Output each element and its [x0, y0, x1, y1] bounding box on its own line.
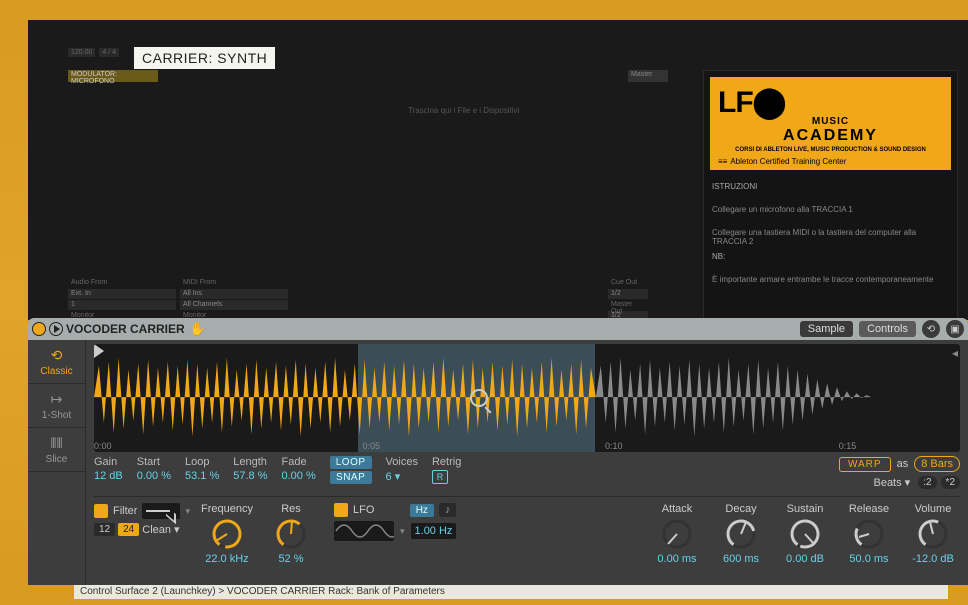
io-midi-from-lbl: MIDI From: [180, 278, 288, 288]
slope-24[interactable]: 24: [118, 523, 139, 536]
io-all-ins[interactable]: All Ins: [180, 289, 288, 299]
filter-section: Filter ▾ 12 24 Clean ▾: [94, 503, 190, 536]
param-voices[interactable]: Voices6 ▾: [386, 456, 418, 483]
sample-params-row: Gain12 dB Start0.00 % Loop53.1 % Length5…: [94, 452, 960, 497]
mode-oneshot[interactable]: ↦ 1-Shot: [28, 384, 85, 428]
param-fade[interactable]: Fade0.00 %: [282, 456, 316, 482]
status-bar: Control Surface 2 (Launchkey) > VOCODER …: [74, 585, 948, 599]
knob-frequency[interactable]: Frequency 22.0 kHz: [200, 503, 254, 565]
param-retrig[interactable]: RetrigR: [432, 456, 461, 484]
master-bus: Cue Out 1/2 Master Out 1/2: [608, 278, 668, 322]
knob-decay[interactable]: Decay 600 ms: [714, 503, 768, 565]
master-header[interactable]: Master: [628, 70, 668, 82]
save-preset-button[interactable]: ▣: [946, 320, 964, 338]
lfo-academy-logo: LF⬤ MUSIC ACADEMY CORSI DI ABLETON LIVE,…: [710, 77, 951, 170]
nb-text: È importante armare entrambe le tracce c…: [704, 261, 957, 284]
lfo-hz-button[interactable]: Hz: [410, 504, 434, 517]
lfo-label: LFO: [353, 504, 374, 516]
lfo-shape-display[interactable]: [334, 521, 394, 541]
logo-sub: CORSI DI ABLETON LIVE, MUSIC PRODUCTION …: [718, 147, 943, 153]
mode-classic-label: Classic: [40, 366, 72, 377]
knob-attack[interactable]: Attack 0.00 ms: [650, 503, 704, 565]
filter-circuit-dropdown[interactable]: Clean ▾: [142, 523, 179, 536]
snap-toggle[interactable]: SNAP: [330, 471, 372, 484]
playback-mode-tabs: ⟲ Classic ↦ 1-Shot ⦀⦀ Slice: [28, 340, 86, 585]
ruler-t0: 0:00: [94, 441, 112, 451]
cue-out[interactable]: 1/2: [608, 289, 648, 299]
warp-mode-dropdown[interactable]: Beats ▾: [869, 475, 914, 490]
instruction-1: Collegare un microfono alla TRACCIA 1: [704, 191, 957, 214]
io-ch[interactable]: 1: [68, 300, 176, 310]
envelope-section: Attack 0.00 ms Decay 600 ms Sustain: [650, 503, 960, 565]
waveform-svg: [94, 344, 960, 450]
knob-release[interactable]: Release 50.0 ms: [842, 503, 896, 565]
param-loop[interactable]: Loop53.1 %: [185, 456, 219, 482]
instruction-2: Collegare una tastiera MIDI o la tastier…: [704, 214, 957, 246]
filter-enable[interactable]: [94, 504, 108, 518]
track-header-1[interactable]: MODULATOR: MICROFONO: [68, 70, 158, 82]
instructions-title: ISTRUZIONI: [704, 176, 957, 191]
tab-sample[interactable]: Sample: [800, 321, 853, 337]
io-ext-in[interactable]: Ext. In: [68, 289, 176, 299]
hand-icon: ✋: [190, 321, 206, 337]
mode-slice[interactable]: ⦀⦀ Slice: [28, 428, 85, 472]
arrow-right-icon: ↦: [51, 391, 63, 408]
waveform-display[interactable]: ◂ 0:00 0:05 0:10 0:15: [94, 344, 960, 452]
param-length[interactable]: Length57.8 %: [233, 456, 267, 482]
loop-arrows-icon: ⟲: [51, 347, 63, 364]
controls-row: Filter ▾ 12 24 Clean ▾ Frequency: [94, 497, 960, 565]
lfo-enable[interactable]: [334, 503, 348, 517]
filter-label: Filter: [113, 505, 137, 517]
knob-volume[interactable]: Volume -12.0 dB: [906, 503, 960, 565]
param-start[interactable]: Start0.00 %: [137, 456, 171, 482]
param-gain[interactable]: Gain12 dB: [94, 456, 123, 482]
info-panel: LF⬤ MUSIC ACADEMY CORSI DI ABLETON LIVE,…: [703, 70, 958, 340]
cue-out-lbl: Cue Out: [608, 278, 648, 288]
io-all-ch[interactable]: All Channels: [180, 300, 288, 310]
chevron-down-icon: ▾: [185, 506, 190, 517]
simpler-device: VOCODER CARRIER ✋ Sample Controls ⟲ ▣ ⟲ …: [28, 318, 968, 585]
hotswap-button[interactable]: ⟲: [922, 320, 940, 338]
device-preview-button[interactable]: [49, 322, 63, 336]
mode-slice-label: Slice: [46, 454, 68, 465]
slope-12[interactable]: 12: [94, 523, 115, 536]
start-marker[interactable]: [94, 344, 104, 358]
drop-hint: Trascina qui i File e i Dispositivi: [408, 106, 519, 115]
master-out-lbl: Master Out: [608, 300, 648, 310]
as-label: as: [897, 458, 909, 470]
overlay-carrier-label: CARRIER: SYNTH: [134, 47, 275, 69]
knob-resonance[interactable]: Res 52 %: [264, 503, 318, 565]
slice-bars-icon: ⦀⦀: [50, 435, 62, 452]
warp-toggle[interactable]: WARP: [839, 457, 891, 472]
ruler-t3: 0:15: [839, 441, 857, 451]
lfo-sync-button[interactable]: ♪: [439, 503, 457, 517]
ruler-t1: 0:05: [362, 441, 380, 451]
nb-title: NB:: [704, 246, 957, 261]
magnifier-icon[interactable]: [470, 389, 488, 407]
half-button[interactable]: :2: [918, 476, 936, 489]
device-titlebar: VOCODER CARRIER ✋ Sample Controls ⟲ ▣: [28, 318, 968, 340]
double-button[interactable]: *2: [941, 476, 960, 489]
end-arrow-icon: ◂: [952, 346, 958, 360]
chevron-down-icon: ▾: [400, 526, 405, 537]
tab-controls[interactable]: Controls: [859, 321, 916, 337]
logo-academy: ACADEMY: [718, 127, 943, 145]
tempo[interactable]: 120.00: [68, 48, 95, 57]
ableton-cert: ≡≡ Ableton Certified Training Center: [718, 157, 943, 166]
filter-shape-display[interactable]: [142, 503, 180, 519]
logo-lf: LF: [718, 86, 753, 119]
time-sig[interactable]: 4 / 4: [99, 48, 119, 57]
io-audio-from-lbl: Audio From: [68, 278, 176, 288]
ruler-t2: 0:10: [605, 441, 623, 451]
device-power-button[interactable]: [32, 322, 46, 336]
bars-value[interactable]: 8 Bars: [914, 456, 960, 472]
time-ruler: 0:00 0:05 0:10 0:15: [94, 438, 960, 452]
mode-oneshot-label: 1-Shot: [42, 410, 71, 421]
lfo-rate[interactable]: 1.00 Hz: [411, 523, 457, 539]
mode-classic[interactable]: ⟲ Classic: [28, 340, 85, 384]
device-title-text: VOCODER CARRIER: [66, 322, 185, 336]
loop-toggle[interactable]: LOOP: [330, 456, 372, 469]
lfo-section: LFO Hz ♪ ▾ 1.00 Hz: [334, 503, 456, 541]
knob-sustain[interactable]: Sustain 0.00 dB: [778, 503, 832, 565]
